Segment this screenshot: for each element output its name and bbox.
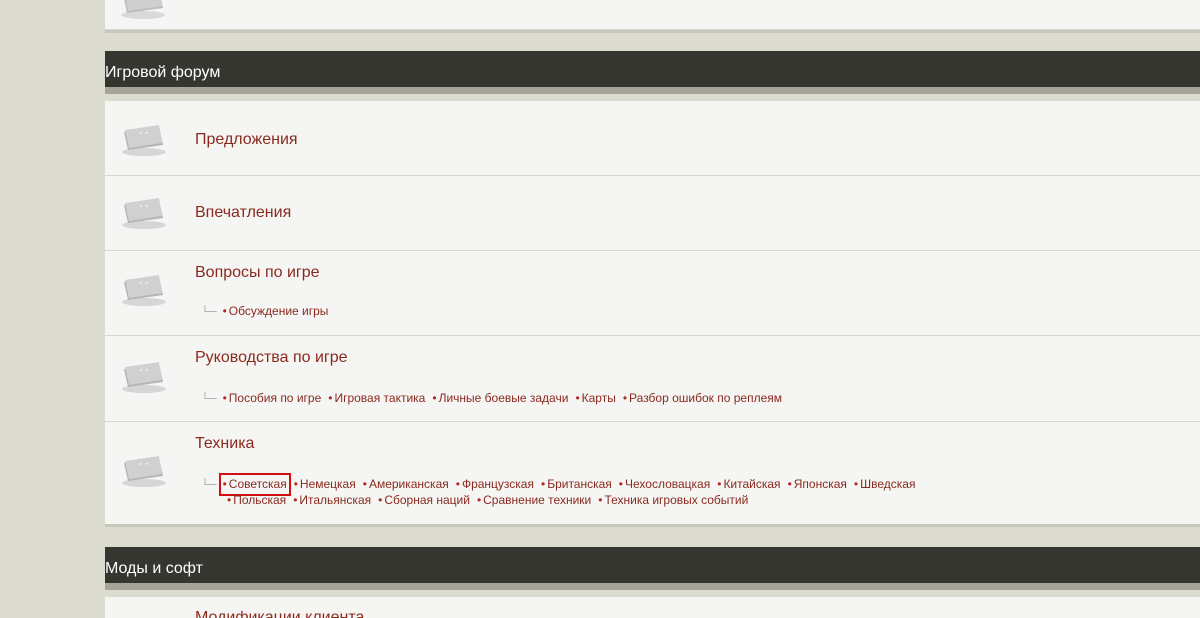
svg-text:“ ”: “ ” [139, 368, 148, 376]
subforum-link[interactable]: • Обсуждение игры [223, 304, 329, 319]
forum-row: “ ” Предложения [105, 101, 1200, 176]
category-header[interactable]: Игровой форум [105, 51, 1200, 94]
subforum-link[interactable]: • Личные боевые задачи [432, 391, 568, 406]
forum-title-link[interactable]: Предложения [195, 131, 298, 149]
subforum-link[interactable]: • Сборная наций [378, 493, 470, 508]
subforum-link[interactable]: • Игровая тактика [328, 391, 425, 406]
category-header[interactable]: Моды и софт [105, 547, 1200, 590]
subforum-link[interactable]: • Чехословацкая [619, 477, 710, 492]
category-title: Игровой форум [105, 64, 221, 81]
subforum-link[interactable]: • Пособия по игре [223, 391, 322, 406]
forum-row: “ ” Впечатления [105, 176, 1200, 251]
tree-branch-icon: └─ [201, 393, 217, 405]
subforum-list: └─ • Обсуждение игры [201, 304, 335, 320]
forum-bubble-icon: “ ” [122, 362, 166, 393]
subforum-link[interactable]: • Британская [541, 477, 612, 492]
subforum-list: └─ • Пособия по игре • Игровая тактика • Личны… [201, 391, 789, 407]
forum-bubble-icon: “ ” [122, 125, 166, 156]
svg-text:“ ”: “ ” [139, 204, 148, 212]
subforum-link[interactable]: • Китайская [717, 477, 780, 492]
subforum-link[interactable]: • Японская [788, 477, 847, 492]
forum-bubble-icon: “ ” [122, 198, 166, 229]
forum-index: Игровой форум “ ” Предложения “ ” Впечат… [105, 0, 1200, 618]
svg-text:“ ”: “ ” [139, 131, 148, 139]
subforum-link[interactable]: • Шведская [854, 477, 916, 492]
forum-row-partial-top [105, 0, 1200, 30]
forum-row: “ ” Вопросы по игре └─ • Обсуждение игры [105, 251, 1200, 336]
forum-title-link[interactable]: Модификации клиента [195, 609, 364, 618]
section-divider [105, 30, 1200, 33]
forum-title-link[interactable]: Впечатления [195, 204, 291, 222]
subforum-link[interactable]: • Техника игровых событий [598, 493, 748, 508]
category-title: Моды и софт [105, 560, 203, 577]
tree-branch-icon: └─ [201, 479, 217, 491]
forum-bubble-icon: “ ” [122, 275, 166, 306]
forum-title-link[interactable]: Техника [195, 435, 254, 453]
forum-row: “ ” Техника └─ • Советская • Немецкая • Америк… [105, 422, 1200, 524]
svg-text:“ ”: “ ” [139, 281, 148, 289]
subforum-link[interactable]: • Французская [456, 477, 534, 492]
subforum-link[interactable]: • Итальянская [293, 493, 371, 508]
subforum-link[interactable]: • Разбор ошибок по реплеям [623, 391, 782, 406]
section-divider [105, 524, 1200, 527]
forum-row-partial-bottom: Модификации клиента [105, 597, 1200, 618]
forum-row: “ ” Руководства по игре └─ • Пособия по иг… [105, 336, 1200, 422]
subforum-link[interactable]: • Польская [227, 493, 286, 508]
subforum-link-highlighted[interactable]: • Советская [218, 473, 291, 496]
subforum-link[interactable]: • Немецкая [294, 477, 356, 492]
svg-text:“ ”: “ ” [139, 462, 148, 470]
subforum-list: └─ • Советская • Немецкая • Американская • Франц… [201, 473, 922, 508]
subforum-link[interactable]: • Сравнение техники [477, 493, 591, 508]
forum-bubble-icon: “ ” [122, 456, 166, 487]
forum-bubble-icon [121, 0, 165, 19]
tree-branch-icon: └─ [201, 306, 217, 318]
subforum-link[interactable]: • Американская [363, 477, 449, 492]
subforum-link[interactable]: • Карты [575, 391, 615, 406]
forum-title-link[interactable]: Вопросы по игре [195, 264, 320, 282]
forum-title-link[interactable]: Руководства по игре [195, 349, 348, 367]
